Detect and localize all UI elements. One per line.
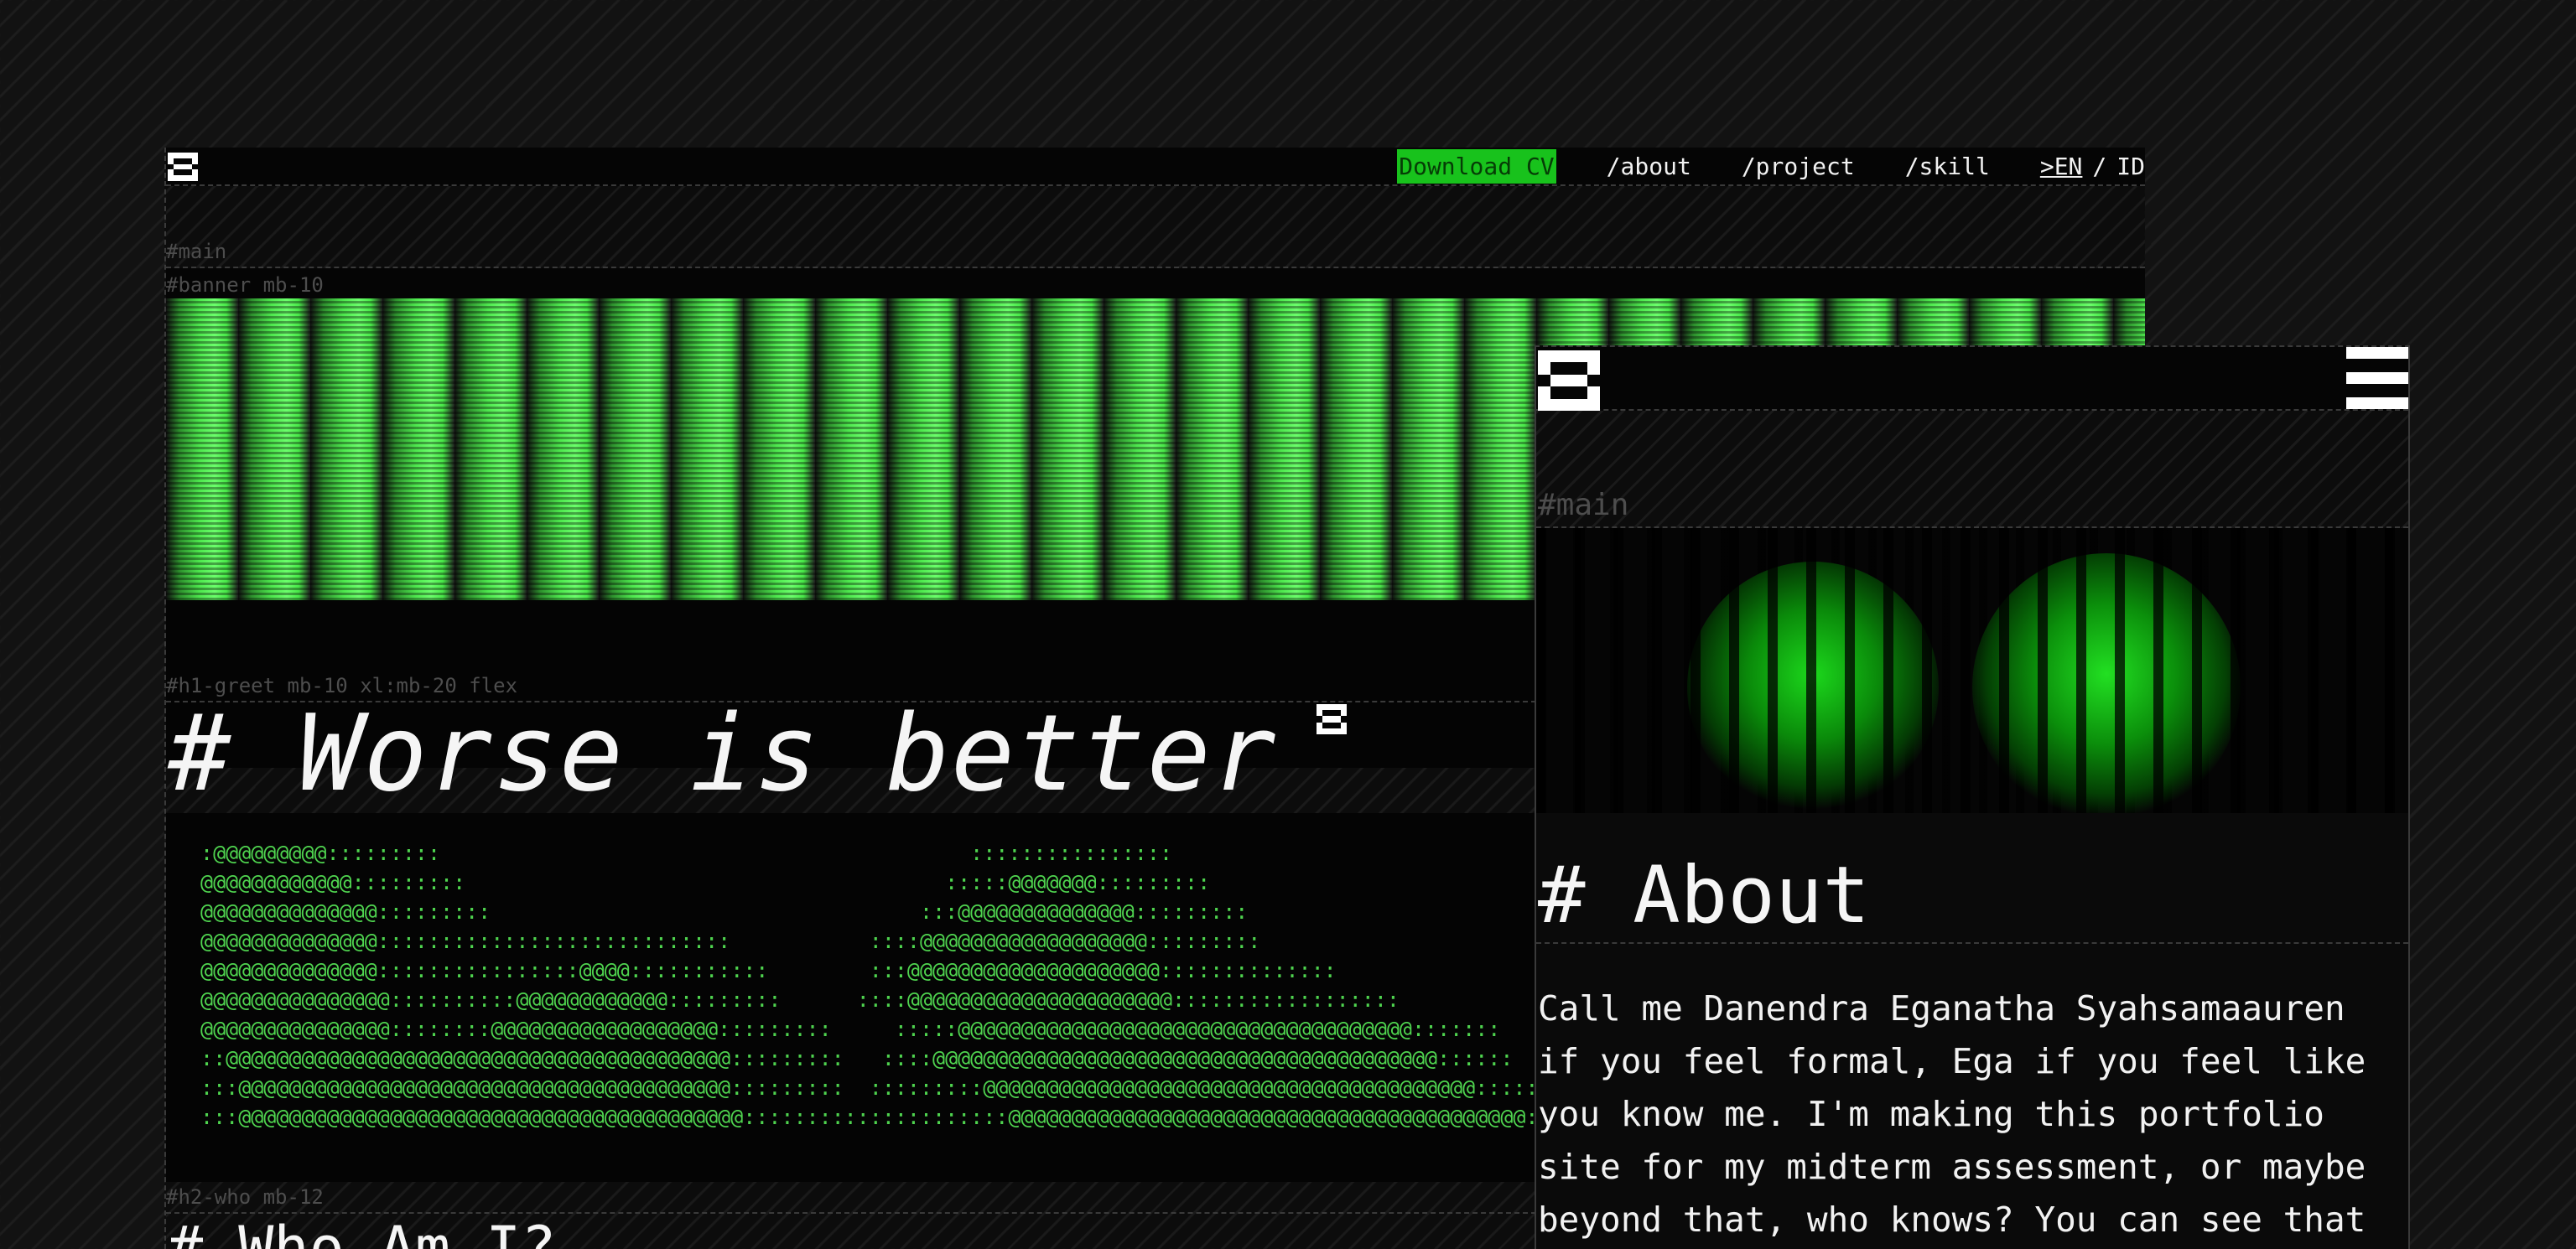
lang-id-link[interactable]: ID — [2116, 153, 2145, 180]
ascii-art: :@@@@@@@@@::::::::: :::::::::::::::: @@@… — [200, 841, 1602, 1129]
divider — [1536, 942, 2408, 944]
lang-separator: / — [2092, 152, 2107, 180]
mobile-spacer — [1536, 411, 2408, 528]
mobile-navbar — [1536, 347, 2408, 411]
lang-en-link[interactable]: >EN — [2040, 153, 2083, 180]
pixel-logo-icon[interactable] — [168, 153, 198, 181]
debug-label-banner: #banner mb-10 — [166, 273, 324, 297]
nav-link-about[interactable]: /about — [1607, 153, 1691, 180]
debug-label-h2-who: #h2-who mb-12 — [166, 1185, 324, 1209]
pixel-logo-icon — [1317, 704, 1347, 734]
top-navbar: Download CV /about /project /skill >EN /… — [166, 148, 2145, 186]
pixel-logo-icon[interactable] — [1538, 350, 1600, 411]
debug-label-main: #main — [166, 240, 227, 263]
headline: # Worse is better — [168, 692, 1278, 815]
mobile-preview-window: #main # About Call me Danendra Eganatha … — [1535, 345, 2410, 1249]
download-cv-button[interactable]: Download CV — [1397, 148, 1556, 184]
debug-label-main: #main — [1538, 488, 1629, 522]
profile-image — [1536, 528, 2408, 813]
nav-link-project[interactable]: /project — [1742, 153, 1855, 180]
about-paragraph: Call me Danendra Eganatha Syahsamaauren … — [1538, 988, 2366, 1240]
section-title-who: # Who Am I? — [168, 1214, 557, 1249]
scanline-overlay — [1536, 528, 2408, 813]
nav-links: Download CV /about /project /skill >EN /… — [1397, 148, 2145, 184]
ascii-art-panel: :@@@@@@@@@::::::::: :::::::::::::::: @@@… — [166, 813, 1602, 1182]
section-title-about: # About — [1538, 850, 1871, 941]
nav-link-skill[interactable]: /skill — [1905, 153, 1990, 180]
hamburger-menu-icon[interactable] — [2346, 347, 2408, 409]
